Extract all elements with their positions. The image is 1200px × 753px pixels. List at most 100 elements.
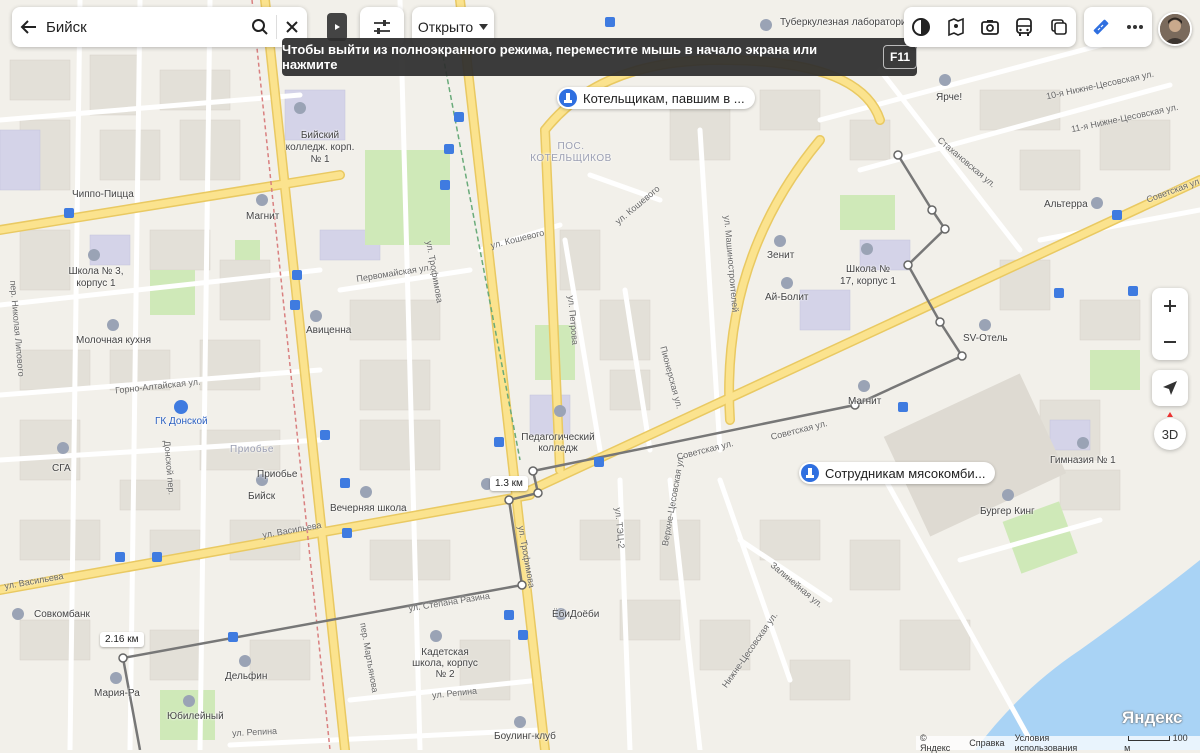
ruler-distance-label[interactable]: 1.3 км [490, 476, 528, 491]
monument-label: Сотрудникам мясокомби... [825, 465, 986, 481]
label-gymnasium[interactable]: Гимназия № 1 [1050, 455, 1116, 466]
label-gk-donskoy[interactable]: ГК Донской [155, 416, 208, 427]
ruler-point [504, 495, 514, 505]
fullscreen-hint-text: Чтобы выйти из полноэкранного режима, пе… [282, 42, 818, 72]
ruler-point [118, 653, 128, 663]
layers-button[interactable] [1043, 11, 1075, 43]
panorama-button[interactable] [974, 11, 1006, 43]
ruler-distance-label[interactable]: 2.16 км [100, 632, 144, 647]
label-tb-lab[interactable]: Туберкулезная лаборатория [780, 17, 912, 28]
minus-icon [1164, 341, 1176, 343]
label-evening-school[interactable]: Вечерняя школа [330, 503, 407, 514]
label-district-priobye: Приобье [230, 444, 274, 455]
help-link[interactable]: Справка [969, 738, 1004, 748]
label-magnit-1[interactable]: Магнит [246, 211, 279, 222]
monument-label: Котельщикам, павшим в ... [583, 90, 745, 106]
zoom-controls [1152, 288, 1188, 360]
zoom-out-button[interactable] [1152, 324, 1188, 360]
label-ped-college[interactable]: Педагогический колледж [518, 432, 598, 454]
label-school-17[interactable]: Школа № 17, корпус 1 [838, 264, 898, 288]
camera-icon [981, 20, 999, 35]
label-alterra[interactable]: Альтерра [1044, 199, 1088, 210]
search-icon [252, 19, 268, 35]
ruler-point [935, 317, 945, 327]
ruler-point [517, 580, 527, 590]
map-type-button[interactable] [905, 11, 937, 43]
label-avicenna[interactable]: Авиценна [306, 325, 351, 336]
ruler-point [893, 150, 903, 160]
ruler-point [533, 488, 543, 498]
compass-north-icon [1167, 412, 1173, 417]
yandex-logo: Яндекс [1122, 708, 1183, 727]
more-button[interactable] [1119, 11, 1151, 43]
label-college-1[interactable]: Бийский колледж. корп. № 1 [285, 130, 355, 166]
ruler-point [957, 351, 967, 361]
label-biysk[interactable]: Бийск [248, 491, 275, 502]
copyright-link[interactable]: © Яндекс [920, 733, 959, 753]
label-sovcombank[interactable]: Совкомбанк [34, 609, 90, 620]
arrow-left-icon [20, 20, 36, 34]
my-location-button[interactable] [1152, 370, 1188, 406]
tools-toolbar [1084, 7, 1152, 47]
back-button[interactable] [12, 7, 46, 47]
compass-label: 3D [1161, 426, 1179, 442]
plus-icon [1164, 300, 1176, 312]
label-delfin[interactable]: Дельфин [225, 671, 267, 682]
fullscreen-hint-banner: Чтобы выйти из полноэкранного режима, пе… [282, 38, 917, 76]
ruler-icon [1093, 19, 1109, 35]
ruler-button[interactable] [1085, 11, 1117, 43]
compass-3d-button[interactable]: 3D [1154, 418, 1186, 450]
avatar-image [1160, 14, 1190, 44]
monument-poi-kotelshchikam[interactable]: Котельщикам, павшим в ... [557, 87, 755, 109]
label-zenit[interactable]: Зенит [767, 250, 794, 261]
label-district-kotelshchikov: ПОС. КОТЕЛЬЩИКОВ [530, 141, 612, 164]
search-input[interactable] [45, 18, 245, 36]
label-burger-king[interactable]: Бургер Кинг [980, 506, 1035, 517]
monument-pin-icon [559, 89, 577, 107]
map-type-icon [912, 18, 931, 36]
ruler-point [528, 466, 538, 476]
label-maria-ra[interactable]: Мария-Ра [94, 688, 140, 699]
label-priobye-store[interactable]: Приобье [257, 469, 297, 480]
transit-button[interactable] [1008, 11, 1040, 43]
label-cadet-school[interactable]: Кадетская школа, корпус № 2 [410, 647, 480, 680]
collapse-panel-button[interactable] [327, 13, 347, 41]
label-school-3[interactable]: Школа № 3, корпус 1 [62, 266, 130, 290]
label-yarche[interactable]: Ярче! [936, 92, 962, 103]
scale-bar: 100 м [1124, 733, 1196, 753]
zoom-in-button[interactable] [1152, 288, 1188, 324]
sliders-icon [374, 20, 390, 34]
monument-pin-icon [801, 464, 819, 482]
label-edidoebi[interactable]: ЁбиДоёби [552, 609, 599, 620]
terms-link[interactable]: Условия использования [1015, 733, 1115, 753]
label-ai-bolit[interactable]: Ай-Болит [765, 292, 809, 303]
ruler-point [927, 205, 937, 215]
play-icon [335, 24, 340, 30]
chevron-down-icon [479, 24, 489, 30]
bus-icon [1016, 18, 1033, 36]
label-chippo[interactable]: Чиппо-Пицца [72, 189, 134, 200]
label-yubileyny[interactable]: Юбилейный [167, 711, 224, 722]
map-footer: © Яндекс Справка Условия использования 1… [916, 733, 1200, 753]
scale-line [1128, 736, 1171, 741]
search-button[interactable] [245, 7, 276, 47]
label-magnit-2[interactable]: Магнит [848, 396, 881, 407]
gk-donskoy-icon [174, 400, 188, 414]
label-bowling[interactable]: Боулинг-клуб [494, 731, 556, 742]
search-box [12, 7, 307, 47]
user-avatar[interactable] [1158, 12, 1192, 46]
ruler-point [940, 224, 950, 234]
label-sga[interactable]: СГА [52, 463, 71, 474]
fullscreen-hint-key: F11 [882, 45, 917, 69]
location-arrow-icon [1163, 381, 1177, 395]
layers-icon [1050, 19, 1067, 35]
monument-poi-sotrudnikam[interactable]: Сотрудникам мясокомби... [799, 462, 996, 484]
label-sv-hotel[interactable]: SV-Отель [963, 333, 1008, 344]
layers-toolbar [904, 7, 1076, 47]
map-canvas[interactable] [0, 0, 1200, 750]
more-icon [1127, 25, 1143, 29]
traffic-button[interactable] [940, 11, 972, 43]
ruler-point [903, 260, 913, 270]
label-molochnaya[interactable]: Молочная кухня [76, 335, 151, 346]
open-now-label: Открыто [417, 19, 474, 35]
